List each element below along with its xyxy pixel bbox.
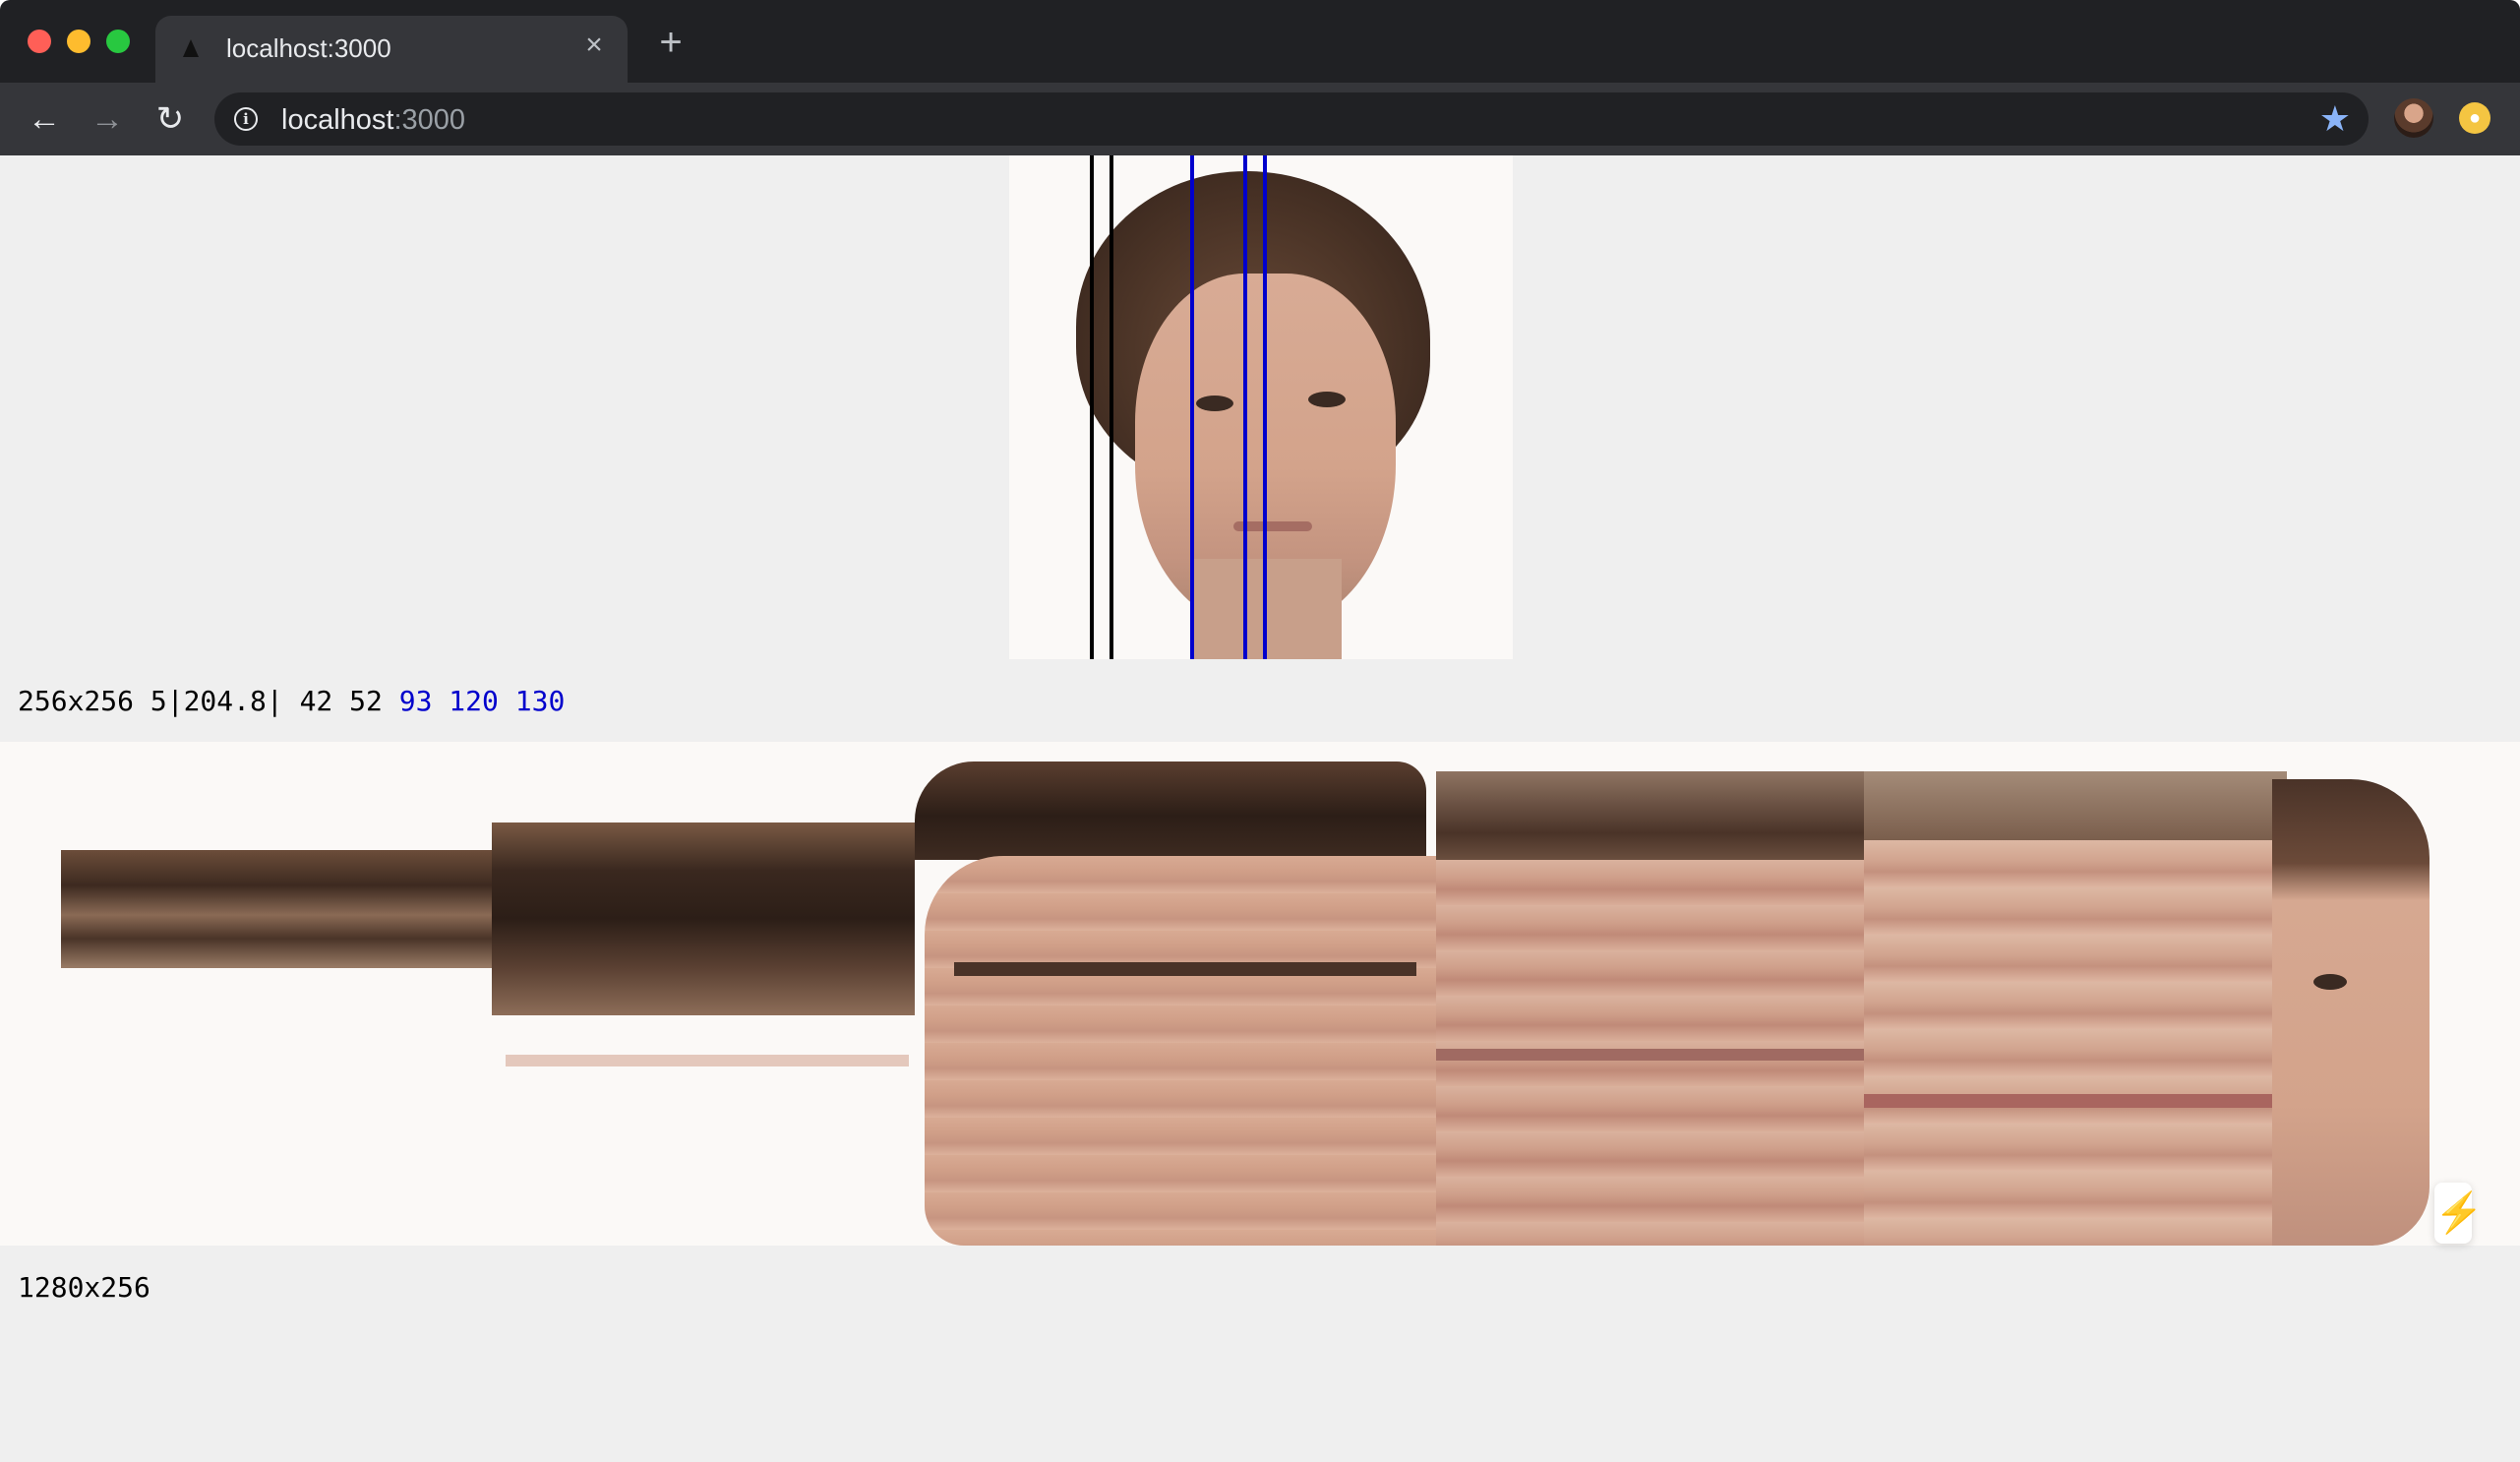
bookmark-star-icon[interactable]: ★ [2319, 100, 2351, 138]
close-window-button[interactable] [28, 30, 51, 53]
site-info-icon[interactable]: i [234, 107, 258, 131]
face-neck [1194, 559, 1342, 659]
url-host: localhost [281, 104, 394, 136]
marker-line-black [1110, 155, 1113, 659]
stretch-segment-5-hair [1864, 771, 2287, 840]
source-caption-main: 256x256 5|204.8| 42 52 [18, 685, 399, 717]
face-eye-right [1308, 392, 1346, 407]
face-eye-left [1196, 396, 1233, 411]
tab-strip: localhost:3000 × + [0, 0, 2520, 83]
close-tab-icon[interactable]: × [578, 30, 610, 61]
stretch-segment-5-skin [1864, 840, 2287, 1246]
tab-localhost[interactable]: localhost:3000 × [155, 16, 628, 83]
devtools-lightning-icon[interactable]: ⚡ [2434, 1183, 2484, 1244]
stretch-segment-6-face [2272, 779, 2430, 1246]
stretch-segment-6-eye [2313, 974, 2347, 990]
profile-avatar[interactable] [2394, 98, 2433, 138]
source-face-image [1009, 155, 1513, 659]
extension-icon[interactable]: ● [2459, 102, 2490, 134]
source-caption: 256x256 5|204.8| 42 52 93 120 130 [18, 685, 565, 717]
browser-window: localhost:3000 × + ← → ↻ i localhost:300… [0, 0, 2520, 1462]
stretch-segment-4-hair [1436, 771, 1864, 860]
stretch-segment-3-eye-line [954, 962, 1416, 976]
stretch-segment-2 [492, 822, 915, 1015]
marker-line-blue [1243, 155, 1247, 659]
output-caption: 1280x256 [18, 1271, 150, 1304]
tab-title: localhost:3000 [226, 33, 391, 63]
browser-toolbar: ← → ↻ i localhost:3000 ★ [0, 83, 2520, 155]
stretch-segment-2-line [506, 1055, 909, 1066]
new-tab-icon[interactable]: + [653, 23, 689, 62]
address-bar[interactable]: i localhost:3000 ★ [214, 92, 2369, 146]
minimize-window-button[interactable] [67, 30, 90, 53]
maximize-window-button[interactable] [106, 30, 130, 53]
marker-line-black [1090, 155, 1094, 659]
reload-icon[interactable]: ↻ [150, 98, 191, 140]
forward-icon[interactable]: → [87, 98, 128, 140]
url-text[interactable]: localhost:3000 [281, 104, 465, 137]
url-port: :3000 [393, 104, 466, 136]
favicon-icon [183, 39, 199, 57]
stretched-output-image [0, 742, 2520, 1246]
marker-line-blue [1263, 155, 1267, 659]
stretch-segment-1 [61, 850, 494, 968]
source-caption-highlight: 93 120 130 [398, 685, 566, 717]
stretch-segment-3-skin [925, 856, 1436, 1246]
page-content: 256x256 5|204.8| 42 52 93 120 130 1280x2… [0, 155, 2520, 1462]
stretch-segment-5-mouth-line [1864, 1094, 2287, 1108]
marker-line-blue [1190, 155, 1194, 659]
back-icon[interactable]: ← [24, 98, 65, 140]
stretch-segment-3-hair [915, 761, 1426, 860]
stretch-segment-4-mouth-line [1436, 1049, 1864, 1061]
